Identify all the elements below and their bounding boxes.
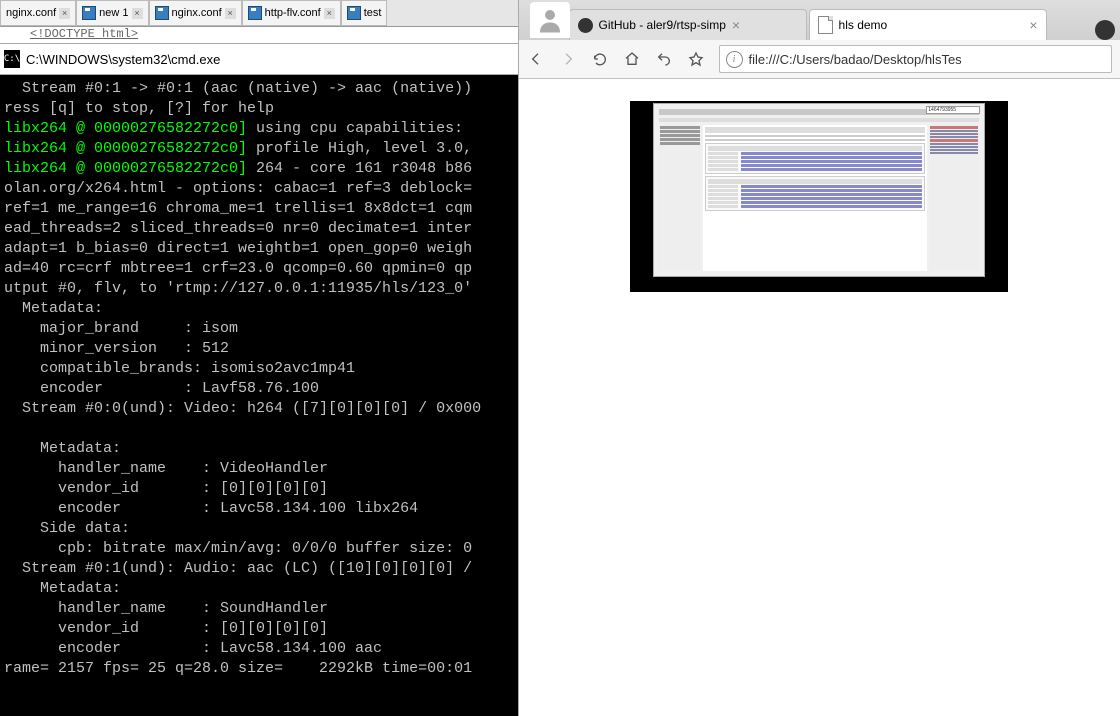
editor-tab-http-flv[interactable]: http-flv.conf× (242, 0, 341, 26)
floppy-icon (347, 6, 361, 20)
profile-avatar[interactable] (530, 2, 570, 38)
undo-button[interactable] (655, 50, 673, 68)
cmd-window-titlebar[interactable]: C:\ C:\WINDOWS\system32\cmd.exe (0, 43, 518, 75)
home-button[interactable] (623, 50, 641, 68)
tab-label: test (364, 7, 382, 19)
close-icon[interactable]: × (1029, 17, 1037, 33)
floppy-icon (155, 6, 169, 20)
cmd-title-text: C:\WINDOWS\system32\cmd.exe (26, 52, 220, 67)
url-text: file:///C:/Users/badao/Desktop/hlsTes (749, 52, 962, 67)
video-player[interactable]: 1464793955 (630, 101, 1008, 292)
close-icon[interactable]: × (59, 8, 70, 19)
browser-tab-github[interactable]: GitHub - aler9/rtsp-simp × (569, 9, 807, 40)
video-search-field: 1464793955 (926, 106, 980, 114)
floppy-icon (82, 6, 96, 20)
editor-tab-bar: nginx.conf× new 1× nginx.conf× http-flv.… (0, 0, 518, 27)
close-icon[interactable]: × (732, 17, 740, 33)
document-icon (818, 16, 833, 34)
browser-panel: GitHub - aler9/rtsp-simp × hls demo × i … (518, 0, 1120, 716)
tab-title: GitHub - aler9/rtsp-simp (599, 18, 726, 32)
page-viewport: 1464793955 (519, 79, 1120, 716)
video-frame-content: 1464793955 (653, 103, 985, 277)
forward-button[interactable] (559, 50, 577, 68)
editor-tab-nginx-conf-1[interactable]: nginx.conf× (0, 0, 76, 26)
editor-doctype-line[interactable]: <!DOCTYPE html> (0, 27, 518, 43)
tab-label: http-flv.conf (265, 7, 321, 19)
tab-label: nginx.conf (6, 7, 56, 19)
browser-tab-hls-demo[interactable]: hls demo × (809, 9, 1047, 40)
github-icon (578, 18, 593, 33)
editor-tab-nginx-conf-2[interactable]: nginx.conf× (149, 0, 242, 26)
browser-toolbar: i file:///C:/Users/badao/Desktop/hlsTes (519, 40, 1120, 79)
favorite-button[interactable] (687, 50, 705, 68)
terminal-output[interactable]: Stream #0:1 -> #0:1 (aac (native) -> aac… (0, 75, 518, 716)
tab-label: new 1 (99, 7, 128, 19)
close-icon[interactable]: × (324, 8, 335, 19)
info-icon[interactable]: i (726, 51, 743, 68)
tab-label: nginx.conf (172, 7, 222, 19)
editor-tab-test[interactable]: test (341, 0, 388, 26)
floppy-icon (248, 6, 262, 20)
cmd-icon: C:\ (4, 50, 20, 68)
tab-title: hls demo (839, 18, 888, 32)
github-shortcut-icon[interactable] (1095, 20, 1115, 40)
person-icon (535, 5, 565, 35)
address-bar[interactable]: i file:///C:/Users/badao/Desktop/hlsTes (719, 45, 1112, 73)
close-icon[interactable]: × (132, 8, 143, 19)
reload-button[interactable] (591, 50, 609, 68)
editor-tab-new-1[interactable]: new 1 × (76, 0, 148, 26)
editor-and-terminal-panel: nginx.conf× new 1× nginx.conf× http-flv.… (0, 0, 518, 716)
browser-tab-strip: GitHub - aler9/rtsp-simp × hls demo × (519, 0, 1120, 40)
close-icon[interactable]: × (225, 8, 236, 19)
back-button[interactable] (527, 50, 545, 68)
